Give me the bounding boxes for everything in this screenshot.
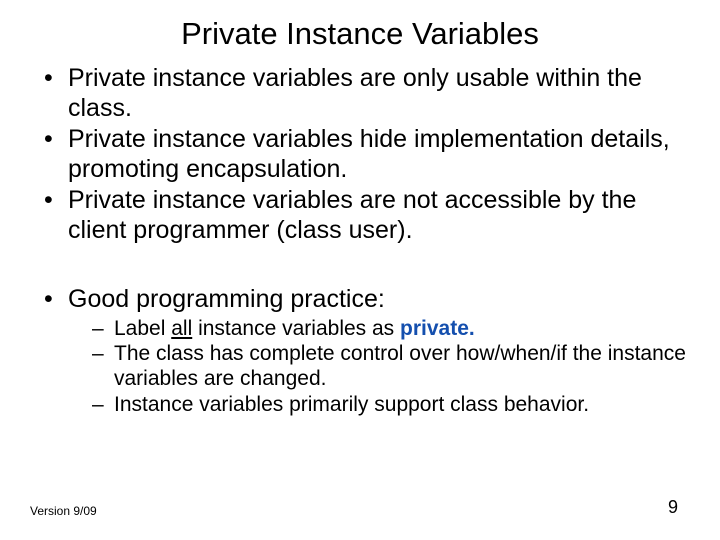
sub-bullet-item: Instance variables primarily support cla… (92, 393, 690, 418)
sub-bullet-list: Label all instance variables as private.… (68, 317, 690, 418)
slide-title: Private Instance Variables (0, 0, 720, 60)
underline-text: all (171, 317, 192, 340)
slide: Private Instance Variables Private insta… (0, 0, 720, 540)
bullet-item: Good programming practice: Label all ins… (40, 285, 690, 418)
spacer (0, 247, 720, 281)
sub-text: Instance variables primarily support cla… (114, 393, 589, 416)
bullet-text: Private instance variables hide implemen… (68, 125, 670, 183)
bullet-list: Good programming practice: Label all ins… (30, 285, 690, 418)
bullet-item: Private instance variables are not acces… (40, 186, 690, 245)
sub-text: The class has complete control over how/… (114, 342, 686, 390)
sub-bullet-item: The class has complete control over how/… (92, 342, 690, 392)
bullet-item: Private instance variables hide implemen… (40, 125, 690, 184)
bullet-item: Private instance variables are only usab… (40, 64, 690, 123)
bullet-text: Private instance variables are not acces… (68, 186, 636, 244)
footer-version: Version 9/09 (30, 504, 97, 518)
bullet-text: Private instance variables are only usab… (68, 64, 642, 122)
bullet-text: Good programming practice: (68, 285, 385, 313)
sub-bullet-item: Label all instance variables as private. (92, 317, 690, 342)
bullet-list: Private instance variables are only usab… (30, 64, 690, 245)
page-number: 9 (668, 497, 678, 518)
sub-text: instance variables as (192, 317, 400, 340)
sub-text: Label (114, 317, 171, 340)
keyword-private: private. (400, 317, 475, 340)
